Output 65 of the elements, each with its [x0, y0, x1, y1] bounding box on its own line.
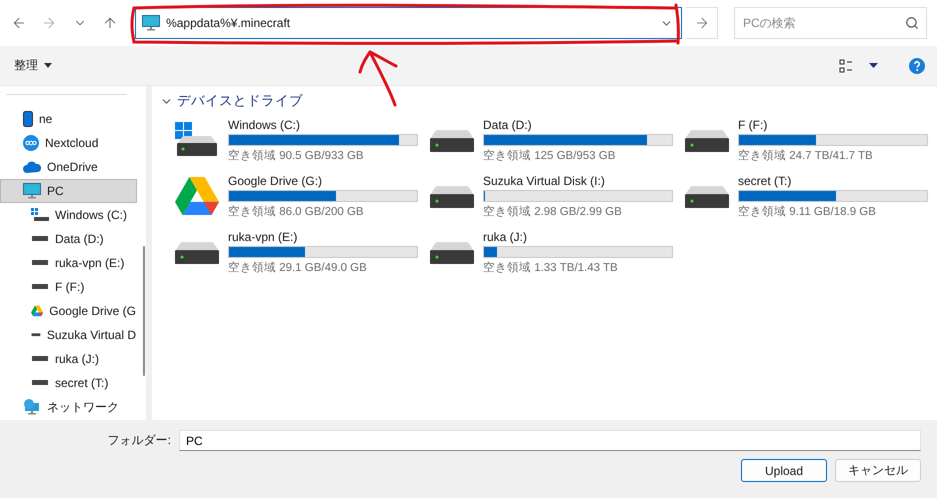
- drive-icon: [31, 284, 49, 290]
- free-space-text: 空き領域 24.7 TB/41.7 TB: [738, 148, 874, 162]
- sidebar-item[interactable]: ne: [0, 107, 137, 131]
- search-icon: [905, 16, 920, 30]
- google-drive-icon: [31, 304, 44, 318]
- drive-name[interactable]: Google Drive (G:): [228, 174, 418, 188]
- drive-icon: [685, 184, 729, 208]
- upload-button[interactable]: Upload: [741, 459, 827, 482]
- cancel-button[interactable]: キャンセル: [835, 459, 921, 482]
- drive-name[interactable]: secret (T:): [738, 174, 928, 188]
- drive-name[interactable]: ruka-vpn (E:): [228, 230, 418, 244]
- sidebar-item[interactable]: Google Drive (G: [0, 299, 137, 323]
- help-icon[interactable]: [909, 58, 925, 74]
- caret-icon: [44, 63, 52, 68]
- sidebar-item[interactable]: Data (D:): [0, 227, 137, 251]
- drive-name[interactable]: ruka (J:): [483, 230, 673, 244]
- sidebar-item[interactable]: Nextcloud: [0, 131, 137, 155]
- sidebar-item[interactable]: Suzuka Virtual D: [0, 323, 137, 347]
- caret-icon[interactable]: [869, 63, 878, 68]
- drive-icon: [31, 380, 49, 386]
- drive-icon: [430, 128, 474, 152]
- sidebar-item[interactable]: ruka-vpn (E:): [0, 251, 137, 275]
- monitor-icon: [23, 183, 41, 199]
- cloud-icon: [23, 161, 41, 173]
- drive-icon: [31, 356, 49, 362]
- drive-name[interactable]: Data (D:): [483, 118, 673, 132]
- free-space-text: 空き領域 90.5 GB/933 GB: [228, 148, 365, 162]
- drive-icon: [31, 236, 49, 242]
- folder-field[interactable]: PC: [179, 430, 921, 451]
- drive-icon: [31, 260, 49, 266]
- sidebar-item[interactable]: secret (T:): [0, 371, 137, 395]
- drive-icon: [685, 128, 729, 152]
- phone-icon: [23, 111, 33, 127]
- windows-drive-icon: [175, 122, 219, 158]
- drive-icon: [430, 240, 474, 264]
- drive-name[interactable]: Windows (C:): [228, 118, 418, 132]
- sidebar-item[interactable]: PC: [0, 179, 137, 203]
- view-options-icon[interactable]: [839, 58, 853, 72]
- free-space-text: 空き領域 1.33 TB/1.43 TB: [483, 260, 619, 274]
- free-space-text: 空き領域 125 GB/953 GB: [483, 148, 616, 162]
- sidebar-item[interactable]: F (F:): [0, 275, 137, 299]
- folder-label: フォルダー:: [108, 432, 171, 449]
- scrollbar-thumb[interactable]: [143, 246, 145, 376]
- sidebar-item[interactable]: ネットワーク: [0, 395, 137, 419]
- drive-icon: [31, 332, 41, 338]
- sidebar-item[interactable]: ruka (J:): [0, 347, 137, 371]
- sidebar-item[interactable]: OneDrive: [0, 155, 137, 179]
- network-icon: [23, 399, 41, 415]
- free-space-text: 空き領域 29.1 GB/49.0 GB: [228, 260, 368, 274]
- search-field[interactable]: PCの検索: [734, 7, 928, 39]
- drive-icon: [175, 240, 219, 264]
- free-space-text: 空き領域 2.98 GB/2.99 GB: [483, 204, 623, 218]
- nextcloud-icon: [23, 135, 39, 151]
- google-drive-icon: [175, 176, 219, 216]
- drive-icon: [430, 184, 474, 208]
- windows-drive-icon: [31, 208, 49, 222]
- free-space-text: 空き領域 9.11 GB/18.9 GB: [738, 204, 877, 218]
- free-space-text: 空き領域 86.0 GB/200 GB: [228, 204, 365, 218]
- monitor-icon: [142, 15, 160, 31]
- organize-menu[interactable]: 整理: [14, 57, 52, 74]
- address-bar[interactable]: %appdata%¥.minecraft: [135, 7, 682, 39]
- sidebar-item[interactable]: Windows (C:): [0, 203, 137, 227]
- drive-name[interactable]: Suzuka Virtual Disk (I:): [483, 174, 673, 188]
- section-header[interactable]: デバイスとドライブ: [160, 92, 303, 110]
- drive-name[interactable]: F (F:): [738, 118, 928, 132]
